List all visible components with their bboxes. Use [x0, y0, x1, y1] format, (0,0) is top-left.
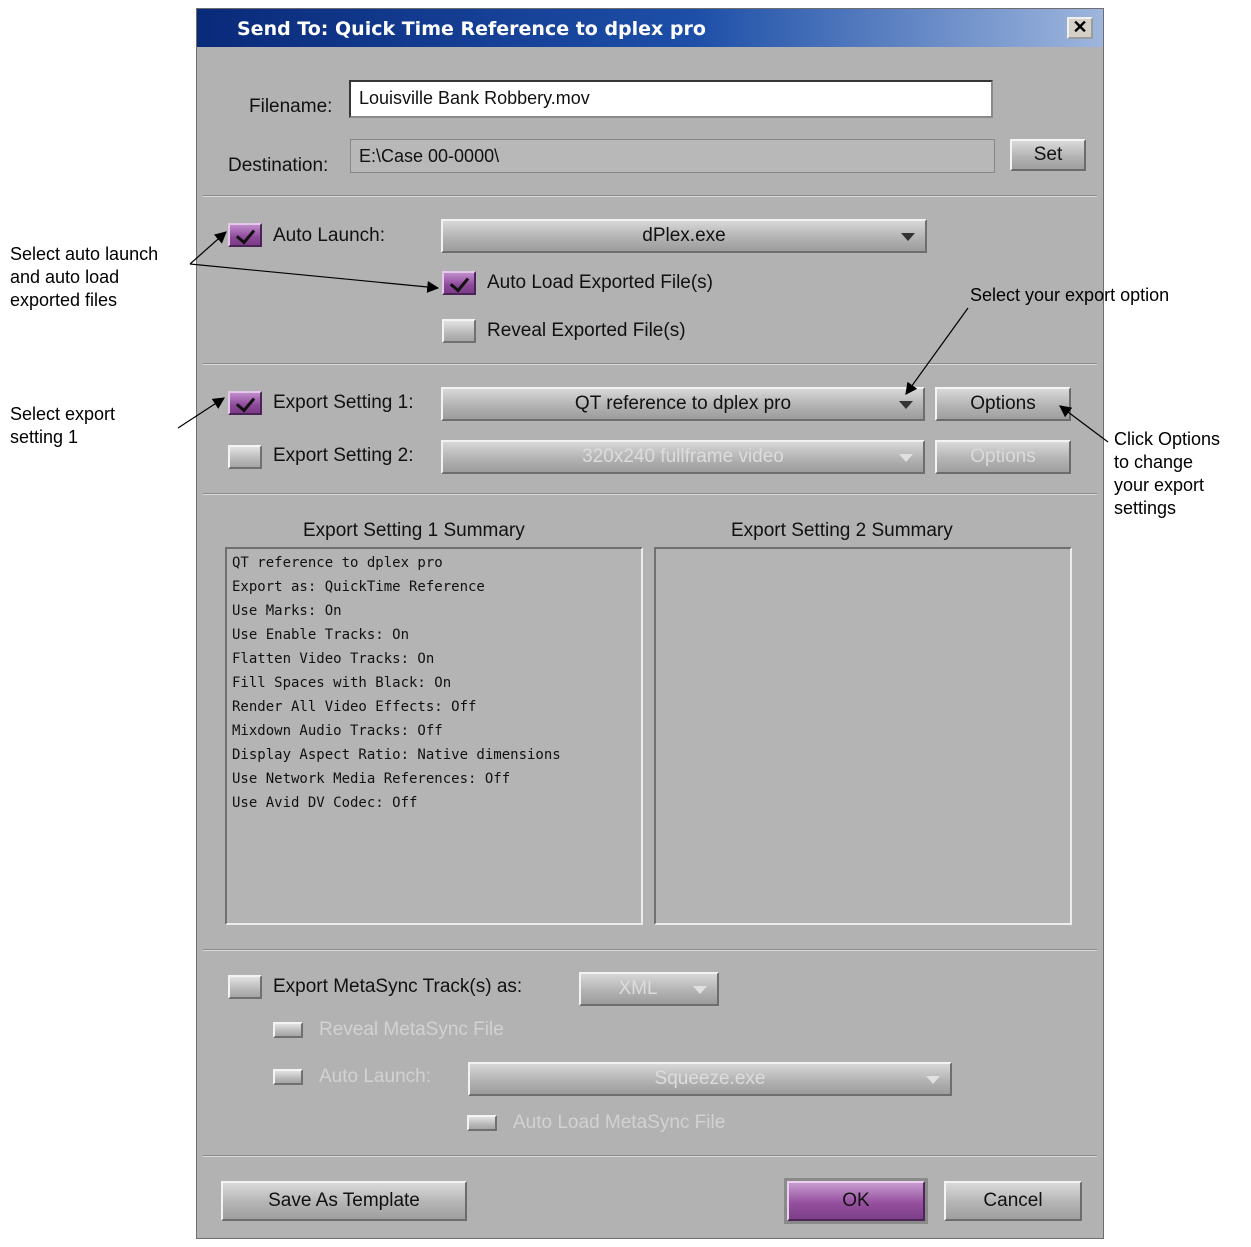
summary-line: Use Enable Tracks: On: [232, 627, 410, 643]
cancel-button[interactable]: Cancel: [944, 1181, 1082, 1221]
summary-2-box: [654, 547, 1072, 925]
export-setting-annotation: Select export setting 1: [10, 403, 115, 449]
chevron-down-icon: [926, 1076, 940, 1084]
destination-label: Destination:: [228, 155, 329, 176]
title-bar: Send To: Quick Time Reference to dplex p…: [197, 9, 1103, 47]
destination-field: E:\Case 00-0000\: [350, 139, 995, 173]
auto-launch-app-select[interactable]: dPlex.exe: [441, 219, 927, 253]
annotation-line: exported files: [10, 290, 118, 310]
reveal-exported-checkbox[interactable]: [442, 319, 476, 343]
auto-load-checkbox[interactable]: [442, 271, 476, 295]
filename-input[interactable]: Louisville Bank Robbery.mov: [349, 80, 993, 118]
export-setting-2-checkbox[interactable]: [228, 445, 262, 469]
annotation-line: Select export: [10, 404, 116, 424]
ok-button[interactable]: OK: [787, 1181, 925, 1221]
section-divider: [203, 493, 1097, 495]
chevron-down-icon: [899, 454, 913, 462]
reveal-exported-label: Reveal Exported File(s): [487, 320, 686, 341]
export-metasync-label: Export MetaSync Track(s) as:: [273, 976, 523, 997]
annotation-line: setting 1: [10, 427, 79, 447]
auto-launch-annotation: Select auto launch and auto load exporte…: [10, 243, 158, 312]
export-setting-2-value: 320x240 fullframe video: [582, 446, 784, 467]
chevron-down-icon: [899, 401, 913, 409]
metasync-format-value: XML: [618, 978, 658, 999]
summary-line: Flatten Video Tracks: On: [232, 651, 435, 667]
summary-line: Render All Video Effects: Off: [232, 699, 477, 715]
options-button-1[interactable]: Options: [935, 387, 1071, 421]
reveal-metasync-checkbox[interactable]: [273, 1022, 303, 1038]
summary-2-title: Export Setting 2 Summary: [731, 520, 953, 541]
annotation-line: your export: [1114, 475, 1205, 495]
summary-line: Export as: QuickTime Reference: [232, 579, 485, 595]
reveal-metasync-label: Reveal MetaSync File: [319, 1019, 504, 1040]
auto-launch-label: Auto Launch:: [273, 225, 385, 246]
annotation-line: Select auto launch: [10, 244, 159, 264]
send-to-dialog: Send To: Quick Time Reference to dplex p…: [196, 8, 1104, 1239]
auto-load-metasync-checkbox[interactable]: [467, 1115, 497, 1131]
annotation-line: Click Options: [1114, 429, 1221, 449]
section-divider: [203, 195, 1097, 197]
options-annotation: Click Options to change your export sett…: [1114, 428, 1220, 520]
export-setting-1-select[interactable]: QT reference to dplex pro: [441, 387, 925, 421]
annotation-line: settings: [1114, 498, 1177, 518]
metasync-auto-launch-select[interactable]: Squeeze.exe: [468, 1062, 952, 1096]
close-button[interactable]: ✕: [1067, 17, 1093, 39]
annotation-line: and auto load: [10, 267, 120, 287]
dialog-title: Send To: Quick Time Reference to dplex p…: [237, 18, 706, 40]
summary-line: Display Aspect Ratio: Native dimensions: [232, 747, 561, 763]
export-setting-1-value: QT reference to dplex pro: [574, 393, 792, 414]
summary-line: QT reference to dplex pro: [232, 555, 443, 571]
auto-load-metasync-label: Auto Load MetaSync File: [513, 1112, 726, 1133]
metasync-auto-launch-label: Auto Launch:: [319, 1066, 431, 1087]
summary-1-box: QT reference to dplex pro Export as: Qui…: [225, 547, 643, 925]
metasync-format-select[interactable]: XML: [579, 972, 719, 1006]
section-divider: [203, 363, 1097, 365]
summary-line: Fill Spaces with Black: On: [232, 675, 452, 691]
save-as-template-button[interactable]: Save As Template: [221, 1181, 467, 1221]
chevron-down-icon: [693, 986, 707, 994]
summary-line: Mixdown Audio Tracks: Off: [232, 723, 443, 739]
export-setting-1-checkbox[interactable]: [228, 391, 262, 415]
metasync-auto-launch-value: Squeeze.exe: [654, 1068, 766, 1089]
export-metasync-checkbox[interactable]: [228, 975, 262, 999]
export-setting-1-label: Export Setting 1:: [273, 392, 414, 413]
metasync-auto-launch-checkbox[interactable]: [273, 1069, 303, 1085]
auto-load-label: Auto Load Exported File(s): [487, 272, 714, 293]
section-divider: [203, 949, 1097, 951]
section-divider: [203, 1155, 1097, 1157]
options-button-2[interactable]: Options: [935, 440, 1071, 474]
filename-label: Filename:: [249, 96, 333, 117]
annotation-line: to change: [1114, 452, 1194, 472]
summary-line: Use Network Media References: Off: [232, 771, 511, 787]
set-button[interactable]: Set: [1010, 139, 1086, 171]
export-setting-2-label: Export Setting 2:: [273, 445, 414, 466]
chevron-down-icon: [901, 233, 915, 241]
export-option-annotation: Select your export option: [970, 285, 1170, 305]
export-setting-2-select[interactable]: 320x240 fullframe video: [441, 440, 925, 474]
auto-launch-app-value: dPlex.exe: [642, 225, 726, 246]
auto-launch-checkbox[interactable]: [228, 223, 262, 247]
summary-line: Use Marks: On: [232, 603, 342, 619]
summary-line: Use Avid DV Codec: Off: [232, 795, 418, 811]
summary-1-title: Export Setting 1 Summary: [303, 520, 525, 541]
